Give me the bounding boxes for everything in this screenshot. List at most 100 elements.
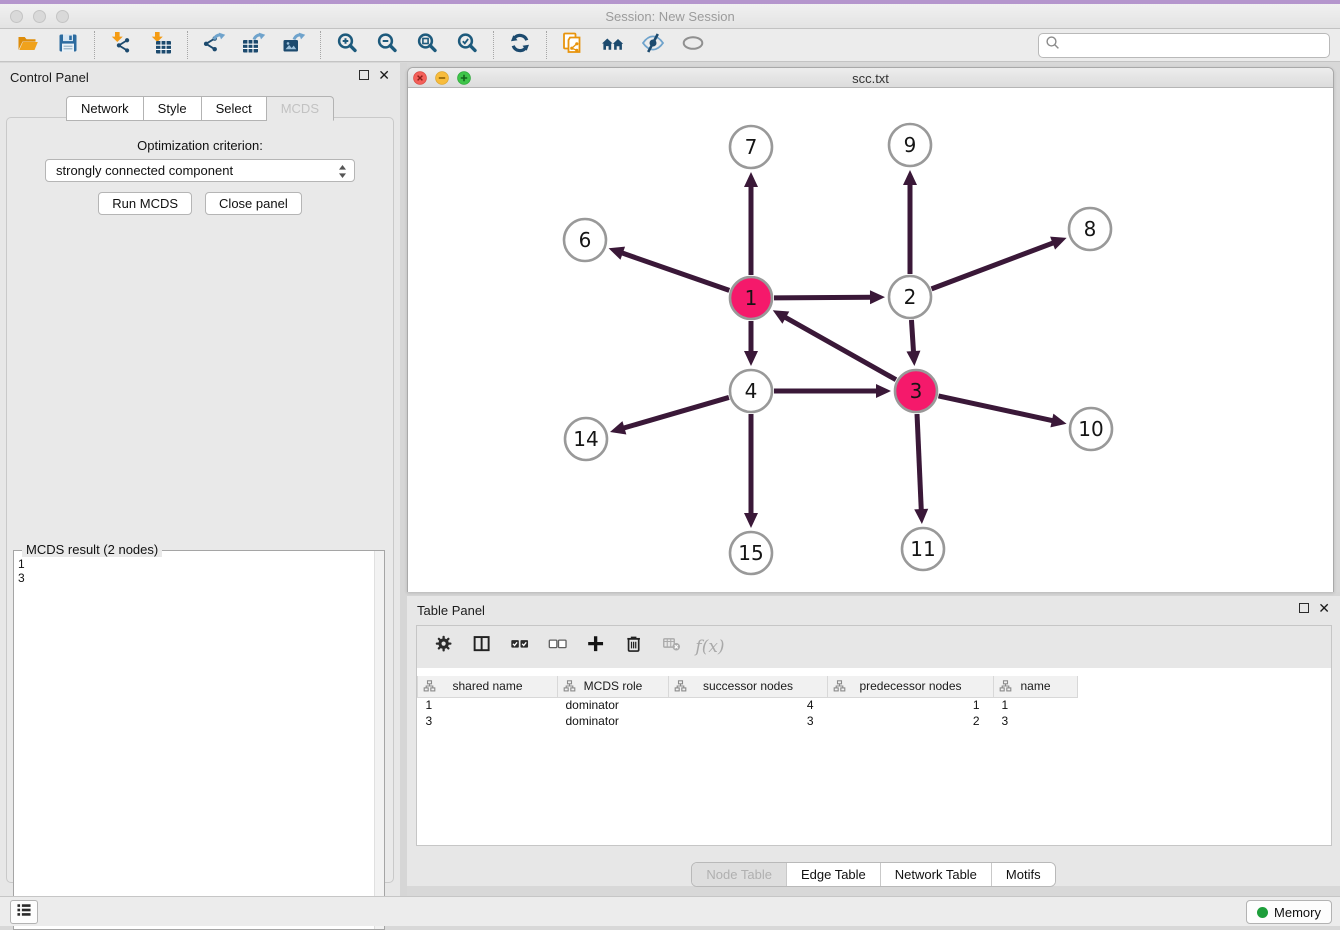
edge-1-2[interactable] — [774, 297, 872, 298]
control-panel-header: Control Panel ✕ — [0, 63, 400, 91]
result-scrollbar[interactable] — [374, 551, 384, 929]
network-window-titlebar[interactable]: scc.txt — [408, 68, 1333, 88]
column-header-successor-nodes[interactable]: successor nodes — [669, 676, 828, 697]
node-table[interactable]: shared nameMCDS rolesuccessor nodesprede… — [417, 676, 1078, 729]
edge-3-1[interactable] — [784, 317, 896, 380]
import-table-button[interactable] — [141, 30, 181, 60]
network-canvas[interactable]: 1234678910111415 — [408, 88, 1333, 592]
tab-node-table[interactable]: Node Table — [692, 863, 786, 886]
tab-network-table[interactable]: Network Table — [880, 863, 991, 886]
toggle-graphics-details-button[interactable] — [633, 30, 673, 60]
save-session-button[interactable] — [48, 30, 88, 60]
list-icon — [15, 901, 33, 924]
vertical-splitter[interactable] — [400, 63, 407, 896]
table-row[interactable]: 1dominator411 — [418, 697, 1078, 713]
close-panel-button[interactable]: Close panel — [205, 192, 302, 215]
close-panel-icon[interactable]: ✕ — [378, 70, 390, 80]
status-bar: Memory — [0, 896, 1340, 926]
zoom-fit-content-button[interactable] — [407, 30, 447, 60]
edge-3-11[interactable] — [917, 414, 921, 511]
unselect-all-columns-button[interactable] — [541, 631, 575, 663]
column-type-icon — [423, 680, 436, 695]
node-1-label: 1 — [745, 286, 758, 310]
delete-columns-button[interactable] — [617, 631, 651, 663]
table-cell[interactable]: 3 — [418, 713, 558, 729]
show-column-panel-button[interactable] — [465, 631, 499, 663]
zoom-in-button[interactable] — [327, 30, 367, 60]
edge-3-10[interactable] — [938, 396, 1053, 421]
run-mcds-button[interactable]: Run MCDS — [98, 192, 192, 215]
mcds-result-text[interactable]: 1 3 — [18, 557, 372, 925]
export-table-button[interactable] — [234, 30, 274, 60]
edge-arrowhead-2-8 — [1050, 237, 1067, 250]
network-view-window: scc.txt 1234678910111415 — [407, 67, 1334, 592]
criterion-dropdown[interactable]: strongly connected component — [45, 159, 355, 182]
edge-arrowhead-3-11 — [914, 509, 928, 524]
table-cell[interactable]: 1 — [994, 697, 1078, 713]
import-network-button[interactable] — [101, 30, 141, 60]
column-header-shared-name[interactable]: shared name — [418, 676, 558, 697]
toolbar-separator — [493, 31, 494, 59]
edge-arrowhead-1-2 — [870, 290, 885, 304]
column-header-MCDS-role[interactable]: MCDS role — [558, 676, 669, 697]
tab-style[interactable]: Style — [144, 96, 202, 121]
create-column-button[interactable] — [579, 631, 613, 663]
export-image-button[interactable] — [274, 30, 314, 60]
tab-network[interactable]: Network — [66, 96, 144, 121]
edge-4-14[interactable] — [622, 397, 728, 428]
column-header-predecessor-nodes[interactable]: predecessor nodes — [828, 676, 994, 697]
titlebar[interactable]: Session: New Session — [0, 4, 1340, 29]
table-cell[interactable]: 1 — [828, 697, 994, 713]
settings-gear-button[interactable] — [427, 631, 461, 663]
search-box[interactable] — [1038, 33, 1330, 58]
edge-arrowhead-3-10 — [1050, 414, 1066, 428]
node-table-header: shared nameMCDS rolesuccessor nodesprede… — [418, 676, 1078, 697]
tab-mcds[interactable]: MCDS — [267, 96, 334, 121]
delete-columns-icon — [624, 634, 645, 660]
column-header-name[interactable]: name — [994, 676, 1078, 697]
edge-1-6[interactable] — [621, 253, 729, 291]
clone-network-button[interactable] — [553, 30, 593, 60]
table-cell[interactable]: dominator — [558, 697, 669, 713]
table-row[interactable]: 3dominator323 — [418, 713, 1078, 729]
table-cell[interactable]: 2 — [828, 713, 994, 729]
zoom-selected-icon — [455, 31, 479, 60]
hide-selected-button[interactable] — [673, 30, 713, 60]
select-all-columns-button[interactable] — [503, 631, 537, 663]
import-table-icon — [149, 31, 173, 60]
open-session-button[interactable] — [8, 30, 48, 60]
node-3-label: 3 — [910, 379, 923, 403]
export-network-button[interactable] — [194, 30, 234, 60]
edge-arrowhead-4-15 — [744, 513, 758, 528]
apply-layout-refresh-button[interactable] — [500, 30, 540, 60]
table-cell[interactable]: 4 — [669, 697, 828, 713]
column-type-icon — [833, 680, 846, 695]
edge-2-8[interactable] — [932, 242, 1055, 288]
unselect-all-columns-icon — [548, 634, 569, 660]
memory-button[interactable]: Memory — [1246, 900, 1332, 924]
node-6-label: 6 — [579, 228, 592, 252]
float-table-panel-icon[interactable] — [1299, 603, 1309, 613]
edge-2-3[interactable] — [911, 320, 913, 353]
show-all-networks-button[interactable] — [593, 30, 633, 60]
node-2-label: 2 — [904, 285, 917, 309]
search-input[interactable] — [1061, 38, 1323, 53]
table-cell[interactable]: 1 — [418, 697, 558, 713]
tab-edge-table[interactable]: Edge Table — [786, 863, 880, 886]
edge-arrowhead-2-9 — [903, 170, 917, 185]
task-history-button[interactable] — [10, 900, 38, 924]
table-cell[interactable]: 3 — [994, 713, 1078, 729]
zoom-selected-button[interactable] — [447, 30, 487, 60]
application-window: Session: New Session Control Panel ✕ Net… — [0, 0, 1340, 926]
close-table-panel-icon[interactable]: ✕ — [1318, 603, 1330, 613]
table-cell[interactable]: 3 — [669, 713, 828, 729]
zoom-out-button[interactable] — [367, 30, 407, 60]
table-cell[interactable]: dominator — [558, 713, 669, 729]
tab-motifs[interactable]: Motifs — [991, 863, 1055, 886]
criterion-value: strongly connected component — [56, 163, 233, 178]
zoom-out-icon — [375, 31, 399, 60]
tab-select[interactable]: Select — [202, 96, 267, 121]
apply-layout-refresh-icon — [508, 31, 532, 60]
float-panel-icon[interactable] — [359, 70, 369, 80]
node-table-body: 1dominator4113dominator323 — [418, 697, 1078, 729]
